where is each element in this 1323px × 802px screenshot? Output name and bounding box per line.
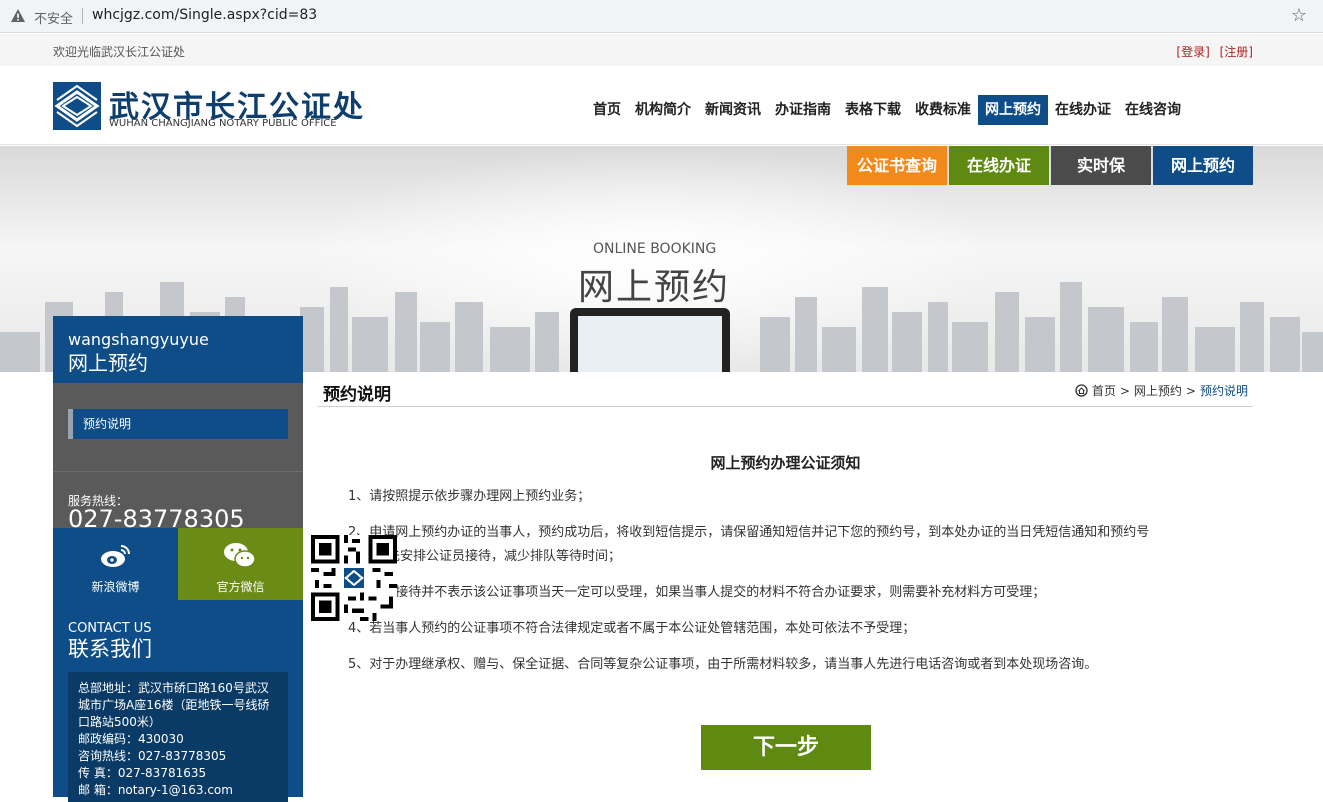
contact-line: 总部地址：武汉市硚口路160号武汉 [78,681,269,695]
home-icon [1075,384,1088,397]
quick-link-certificate-query[interactable]: 公证书查询 [847,146,947,185]
breadcrumb-separator: > [1119,383,1130,398]
breadcrumb-booking[interactable]: 网上预约 [1134,382,1182,399]
section-divider [318,406,1253,407]
notice-item: 2、申请网上预约办证的当事人，预约成功后，将收到短信提示，请保留通知短信并记下您… [348,525,1150,540]
contact-line: 口路站500米） [78,715,161,729]
banner-cn-title: 网上预约 [578,267,731,308]
wechat-button[interactable]: 官方微信 [178,528,303,600]
wechat-qr-code-image [311,535,397,621]
nav-item-about[interactable]: 机构简介 [628,95,698,125]
notice-item: 本处优先安排公证员接待，减少排队等待时间； [348,549,622,564]
nav-item-fees[interactable]: 收费标准 [908,95,978,125]
section-title: 预约说明 [323,385,391,405]
notice-item: 4、若当事人预约的公证事项不符合法律规定或者不属于本公证处管辖范围，本处可依法不… [348,621,916,636]
nav-item-guide[interactable]: 办证指南 [768,95,838,125]
breadcrumb-current: 预约说明 [1199,384,1248,398]
notice-item: 5、对于办理继承权、赠与、保全证据、合同等复杂公证事项，由于所需材料较多，请当事… [348,657,1098,672]
quick-link-label: 实时保 [1076,156,1125,175]
notice-title: 网上预约办理公证须知 [710,454,861,472]
next-step-button[interactable]: 下一步 [701,725,871,770]
weibo-icon [101,545,130,567]
banner-en-title: ONLINE BOOKING [593,241,717,257]
insecure-label: 不安全 [34,12,74,27]
notice-item: 1、请按照提示依步骤办理网上预约业务； [348,489,591,504]
breadcrumb-separator: > [1185,383,1196,398]
main-nav: 首页 机构简介 新闻资讯 办证指南 表格下载 收费标准 网上预约 在线办证 在线… [586,95,1188,125]
quick-link-label: 公证书查询 [856,156,937,175]
sidebar-title: 网上预约 [68,351,148,375]
nav-item-online[interactable]: 在线办证 [1048,95,1118,125]
divider [82,8,83,24]
sidebar-item-booking-notes[interactable]: 预约说明 [68,409,288,439]
quick-link-realtime[interactable]: 实时保 [1051,146,1151,185]
contact-line: 邮政编码：430030 [78,732,184,746]
nav-item-forms[interactable]: 表格下载 [838,95,908,125]
sidebar-header: wangshangyuyue 网上预约 [53,316,303,383]
weibo-label: 新浪微博 [91,580,140,594]
site-logo[interactable]: 武汉市长江公证处 WUHAN CHANGJIANG NOTARY PUBLIC … [53,82,363,132]
contact-info-box: 总部地址：武汉市硚口路160号武汉 城市广场A座16楼（距地铁一号线硚 口路站5… [68,672,288,802]
quick-link-label: 在线办证 [966,156,1031,175]
quick-link-online-process[interactable]: 在线办证 [949,146,1049,185]
logo-name-en: WUHAN CHANGJIANG NOTARY PUBLIC OFFICE [109,118,337,129]
welcome-text: 欢迎光临武汉长江公证处 [53,45,186,59]
warning-icon [11,9,25,22]
top-strip: 欢迎光临武汉长江公证处 [登录] [注册] [0,34,1323,66]
bookmark-star-icon[interactable]: ☆ [1291,5,1307,26]
quick-link-booking[interactable]: 网上预约 [1153,146,1253,185]
url-text[interactable]: whcjgz.com/Single.aspx?cid=83 [92,7,317,23]
sidebar-menu: 预约说明 [53,383,303,471]
wechat-icon [224,543,256,568]
account-links: [登录] [注册] [1170,43,1253,60]
nav-item-booking[interactable]: 网上预约 [978,95,1048,125]
breadcrumb: 首页 > 网上预约 > 预约说明 [1075,382,1248,399]
browser-address-bar: 不安全 whcjgz.com/Single.aspx?cid=83 ☆ [0,0,1323,33]
contact-line: 传 真：027-83781635 [78,766,207,780]
weibo-button[interactable]: 新浪微博 [53,528,178,600]
register-link[interactable]: [注册] [1220,45,1253,59]
contact-line: 城市广场A座16楼（距地铁一号线硚 [78,698,270,712]
breadcrumb-home[interactable]: 首页 [1092,382,1116,399]
contact-line: 咨询热线：027-83778305 [78,749,227,763]
nav-item-home[interactable]: 首页 [586,95,628,125]
contact-cn-title: 联系我们 [68,637,152,661]
site-header: 武汉市长江公证处 WUHAN CHANGJIANG NOTARY PUBLIC … [0,66,1323,145]
laptop-image [570,308,730,372]
wechat-label: 官方微信 [216,580,265,594]
contact-panel: CONTACT US 联系我们 总部地址：武汉市硚口路160号武汉 城市广场A座… [53,600,303,802]
nav-item-news[interactable]: 新闻资讯 [698,95,768,125]
quick-link-label: 网上预约 [1170,156,1235,175]
laptop-screen [578,316,722,372]
nav-item-consult[interactable]: 在线咨询 [1118,95,1188,125]
contact-line[interactable]: 邮 箱：notary-1@163.com [78,782,278,799]
sidebar: wangshangyuyue 网上预约 预约说明 服务热线： 027-83778… [53,316,303,802]
login-link[interactable]: [登录] [1176,45,1209,59]
notice-item: 3、预约接待并不表示该公证事项当天一定可以受理，如果当事人提交的材料不符合办证要… [348,585,1046,600]
logo-emblem-icon [53,82,101,130]
